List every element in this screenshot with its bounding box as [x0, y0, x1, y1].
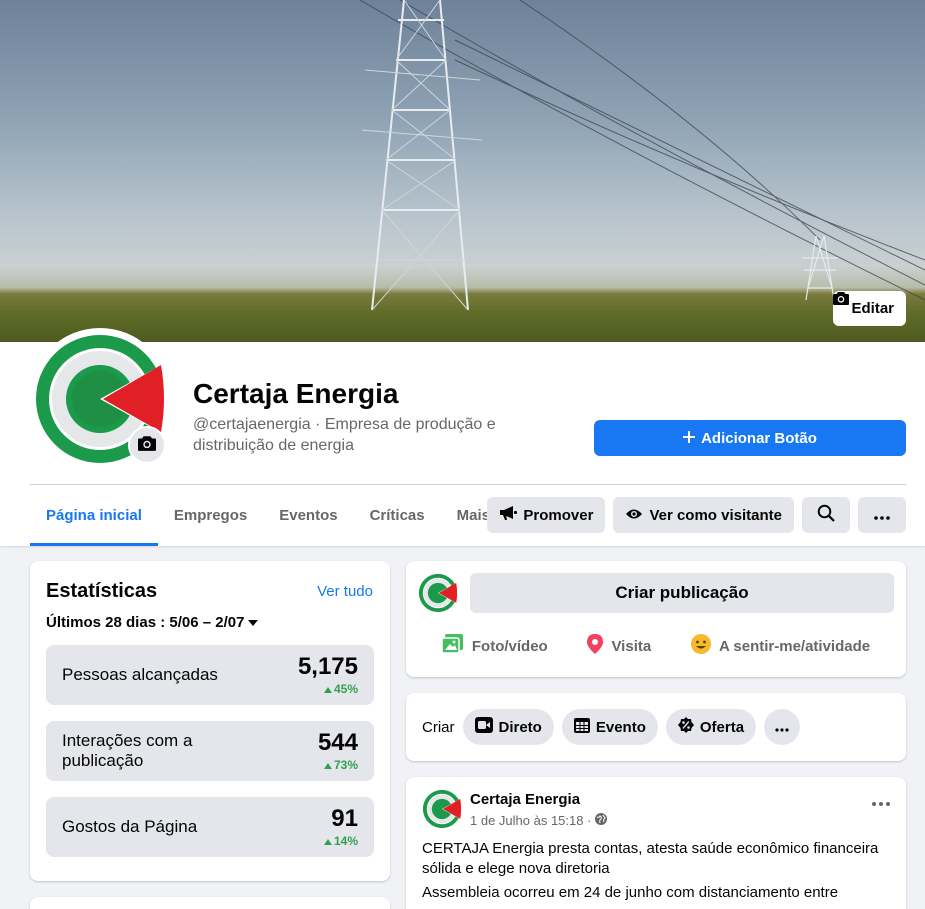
trend-up-icon	[323, 758, 332, 772]
tab-reviews[interactable]: Críticas	[354, 485, 441, 546]
post-author-name[interactable]: Certaja Energia	[470, 791, 580, 808]
stat-delta-value: 45%	[333, 682, 358, 696]
live-video-icon	[474, 717, 493, 737]
more-create-button[interactable]	[764, 709, 801, 745]
page-title: Certaja Energia	[193, 378, 399, 409]
post-text: CERTAJA Energia presta contas, atesta sa…	[422, 840, 879, 877]
page-subtitle: @certajaenergia · Empresa de produção e …	[193, 416, 496, 454]
stat-reach[interactable]: Pessoas alcançadas 5,175 45%	[46, 645, 374, 705]
caret-down-icon	[248, 614, 259, 631]
post-author-avatar[interactable]	[422, 789, 463, 834]
tab-label: Página inicial	[46, 507, 142, 524]
trend-up-icon	[323, 682, 332, 696]
search-icon	[817, 504, 835, 526]
search-button[interactable]	[802, 497, 850, 533]
more-options-button[interactable]	[858, 497, 906, 533]
see-all-link[interactable]: Ver tudo	[317, 583, 373, 600]
stat-label: Gostos da Página	[62, 817, 198, 836]
create-post-input[interactable]: Criar publicação	[470, 573, 894, 613]
event-button[interactable]: Evento	[561, 709, 658, 745]
create-row: Criar Direto Evento Oferta	[422, 709, 801, 745]
stat-page-likes[interactable]: Gostos da Página 91 14%	[46, 797, 374, 857]
stat-delta: 45%	[323, 682, 358, 696]
event-label: Evento	[595, 718, 646, 736]
stat-delta: 73%	[323, 758, 358, 772]
promote-label: Promover	[523, 506, 594, 524]
offer-label: Oferta	[699, 718, 745, 736]
tab-label: Críticas	[369, 507, 425, 524]
stat-delta-value: 14%	[333, 834, 358, 848]
tab-jobs[interactable]: Empregos	[158, 485, 263, 546]
stat-label: Pessoas alcançadas	[62, 665, 218, 684]
cover-illustration	[359, 0, 925, 311]
megaphone-icon	[499, 505, 518, 525]
date-range-selector[interactable]: Últimos 28 dias : 5/06 – 2/07	[46, 614, 259, 631]
stat-value: 544	[317, 729, 358, 756]
composer-avatar[interactable]	[418, 573, 459, 618]
stat-delta: 14%	[323, 834, 358, 848]
calendar-icon	[573, 717, 590, 737]
post-card: Certaja Energia 1 de Julho às 15:18 · CE…	[406, 777, 906, 909]
more-dots-icon	[874, 507, 890, 524]
cover-photo: Editar	[0, 0, 925, 342]
plus-icon	[683, 430, 696, 447]
camera-icon	[138, 435, 156, 456]
checkin-button[interactable]: Visita	[587, 634, 651, 658]
live-label: Direto	[498, 718, 542, 736]
post-text-continued: Assembleia ocorreu em 24 de junho com di…	[422, 884, 839, 901]
percent-tag-icon	[677, 717, 694, 737]
stats-card: Estatísticas Ver tudo Últimos 28 dias : …	[30, 561, 390, 881]
page-header: Certaja Energia @certajaenergia · Empres…	[0, 328, 925, 546]
next-card	[30, 897, 390, 909]
add-button-button[interactable]: Adicionar Botão	[594, 420, 906, 456]
post-meta: 1 de Julho às 15:18 ·	[470, 813, 608, 828]
stats-title: Estatísticas	[46, 580, 158, 602]
header-actions: Promover Ver como visitante	[487, 497, 906, 533]
tab-events[interactable]: Eventos	[263, 485, 353, 546]
change-avatar-button[interactable]	[128, 426, 166, 464]
smiley-icon	[690, 634, 711, 658]
tab-label: Empregos	[173, 507, 248, 524]
view-as-label: Ver como visitante	[649, 506, 782, 524]
post-options-button[interactable]	[872, 793, 890, 811]
add-button-label: Adicionar Botão	[701, 429, 817, 447]
stat-delta-value: 73%	[333, 758, 358, 772]
checkin-label: Visita	[611, 637, 652, 655]
stat-label: Interações com a publicação	[62, 731, 193, 770]
feeling-button[interactable]: A sentir-me/atividade	[690, 634, 871, 658]
create-label: Criar	[422, 718, 455, 736]
page-tabs: Página inicial Empregos Eventos Críticas…	[30, 485, 522, 546]
view-as-visitor-button[interactable]: Ver como visitante	[613, 497, 794, 533]
promote-button[interactable]: Promover	[487, 497, 606, 533]
stat-value: 5,175	[297, 653, 358, 680]
location-pin-icon	[587, 634, 604, 658]
composer-options: Foto/vídeo Visita A sentir-me/atividade	[422, 629, 890, 663]
photo-video-button[interactable]: Foto/vídeo	[441, 634, 548, 658]
more-dots-icon	[872, 793, 890, 810]
more-dots-icon	[775, 719, 789, 736]
trend-up-icon	[323, 834, 332, 848]
eye-icon	[625, 507, 643, 524]
composer-card: Criar publicação Foto/vídeo Visita A sen…	[406, 561, 906, 677]
certaja-logo	[422, 789, 463, 829]
edit-cover-button[interactable]: Editar	[833, 291, 906, 326]
stat-engagement[interactable]: Interações com a publicação 544 73%	[46, 721, 374, 781]
tab-label: Mais	[456, 507, 490, 524]
stat-value: 91	[331, 805, 358, 832]
photo-video-label: Foto/vídeo	[471, 637, 548, 655]
edit-cover-label: Editar	[851, 300, 894, 317]
live-button[interactable]: Direto	[462, 709, 554, 745]
tab-home[interactable]: Página inicial	[30, 485, 158, 546]
feeling-label: A sentir-me/atividade	[718, 637, 871, 655]
photo-icon	[441, 634, 464, 658]
post-timestamp[interactable]: 1 de Julho às 15:18 ·	[470, 813, 591, 828]
offer-button[interactable]: Oferta	[665, 709, 757, 745]
globe-icon	[595, 813, 608, 828]
tab-label: Eventos	[279, 507, 338, 524]
create-card: Criar Direto Evento Oferta	[406, 693, 906, 761]
certaja-logo	[418, 573, 459, 613]
date-range-label: Últimos 28 dias : 5/06 – 2/07	[46, 614, 245, 631]
